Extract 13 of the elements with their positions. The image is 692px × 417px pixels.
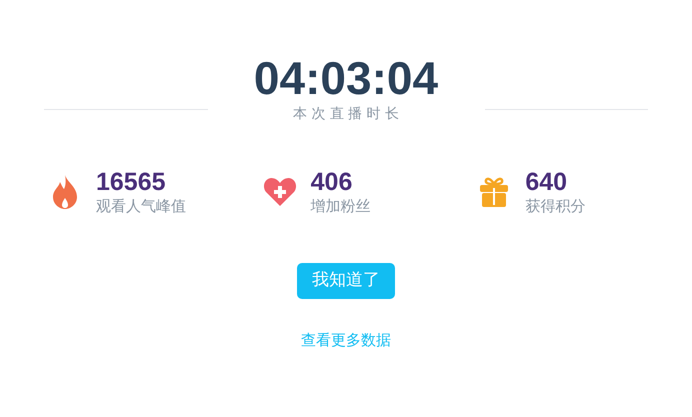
stat-label: 观看人气峰值 (96, 196, 186, 216)
stat-label: 增加粉丝 (310, 196, 371, 216)
confirm-button[interactable]: 我知道了 (297, 263, 395, 299)
stat-value: 16565 (96, 168, 167, 196)
stat-value: 640 (525, 168, 568, 196)
gift-icon (479, 176, 510, 208)
stat-label: 获得积分 (525, 196, 586, 216)
more-data-link[interactable]: 查看更多数据 (301, 329, 391, 352)
stat-value: 406 (310, 168, 354, 196)
duration-value: 04:03:04 (254, 51, 438, 106)
heart-plus-icon (262, 177, 297, 207)
duration-label: 本 次 直 播 时 长 (292, 105, 400, 124)
flame-icon (51, 174, 79, 210)
